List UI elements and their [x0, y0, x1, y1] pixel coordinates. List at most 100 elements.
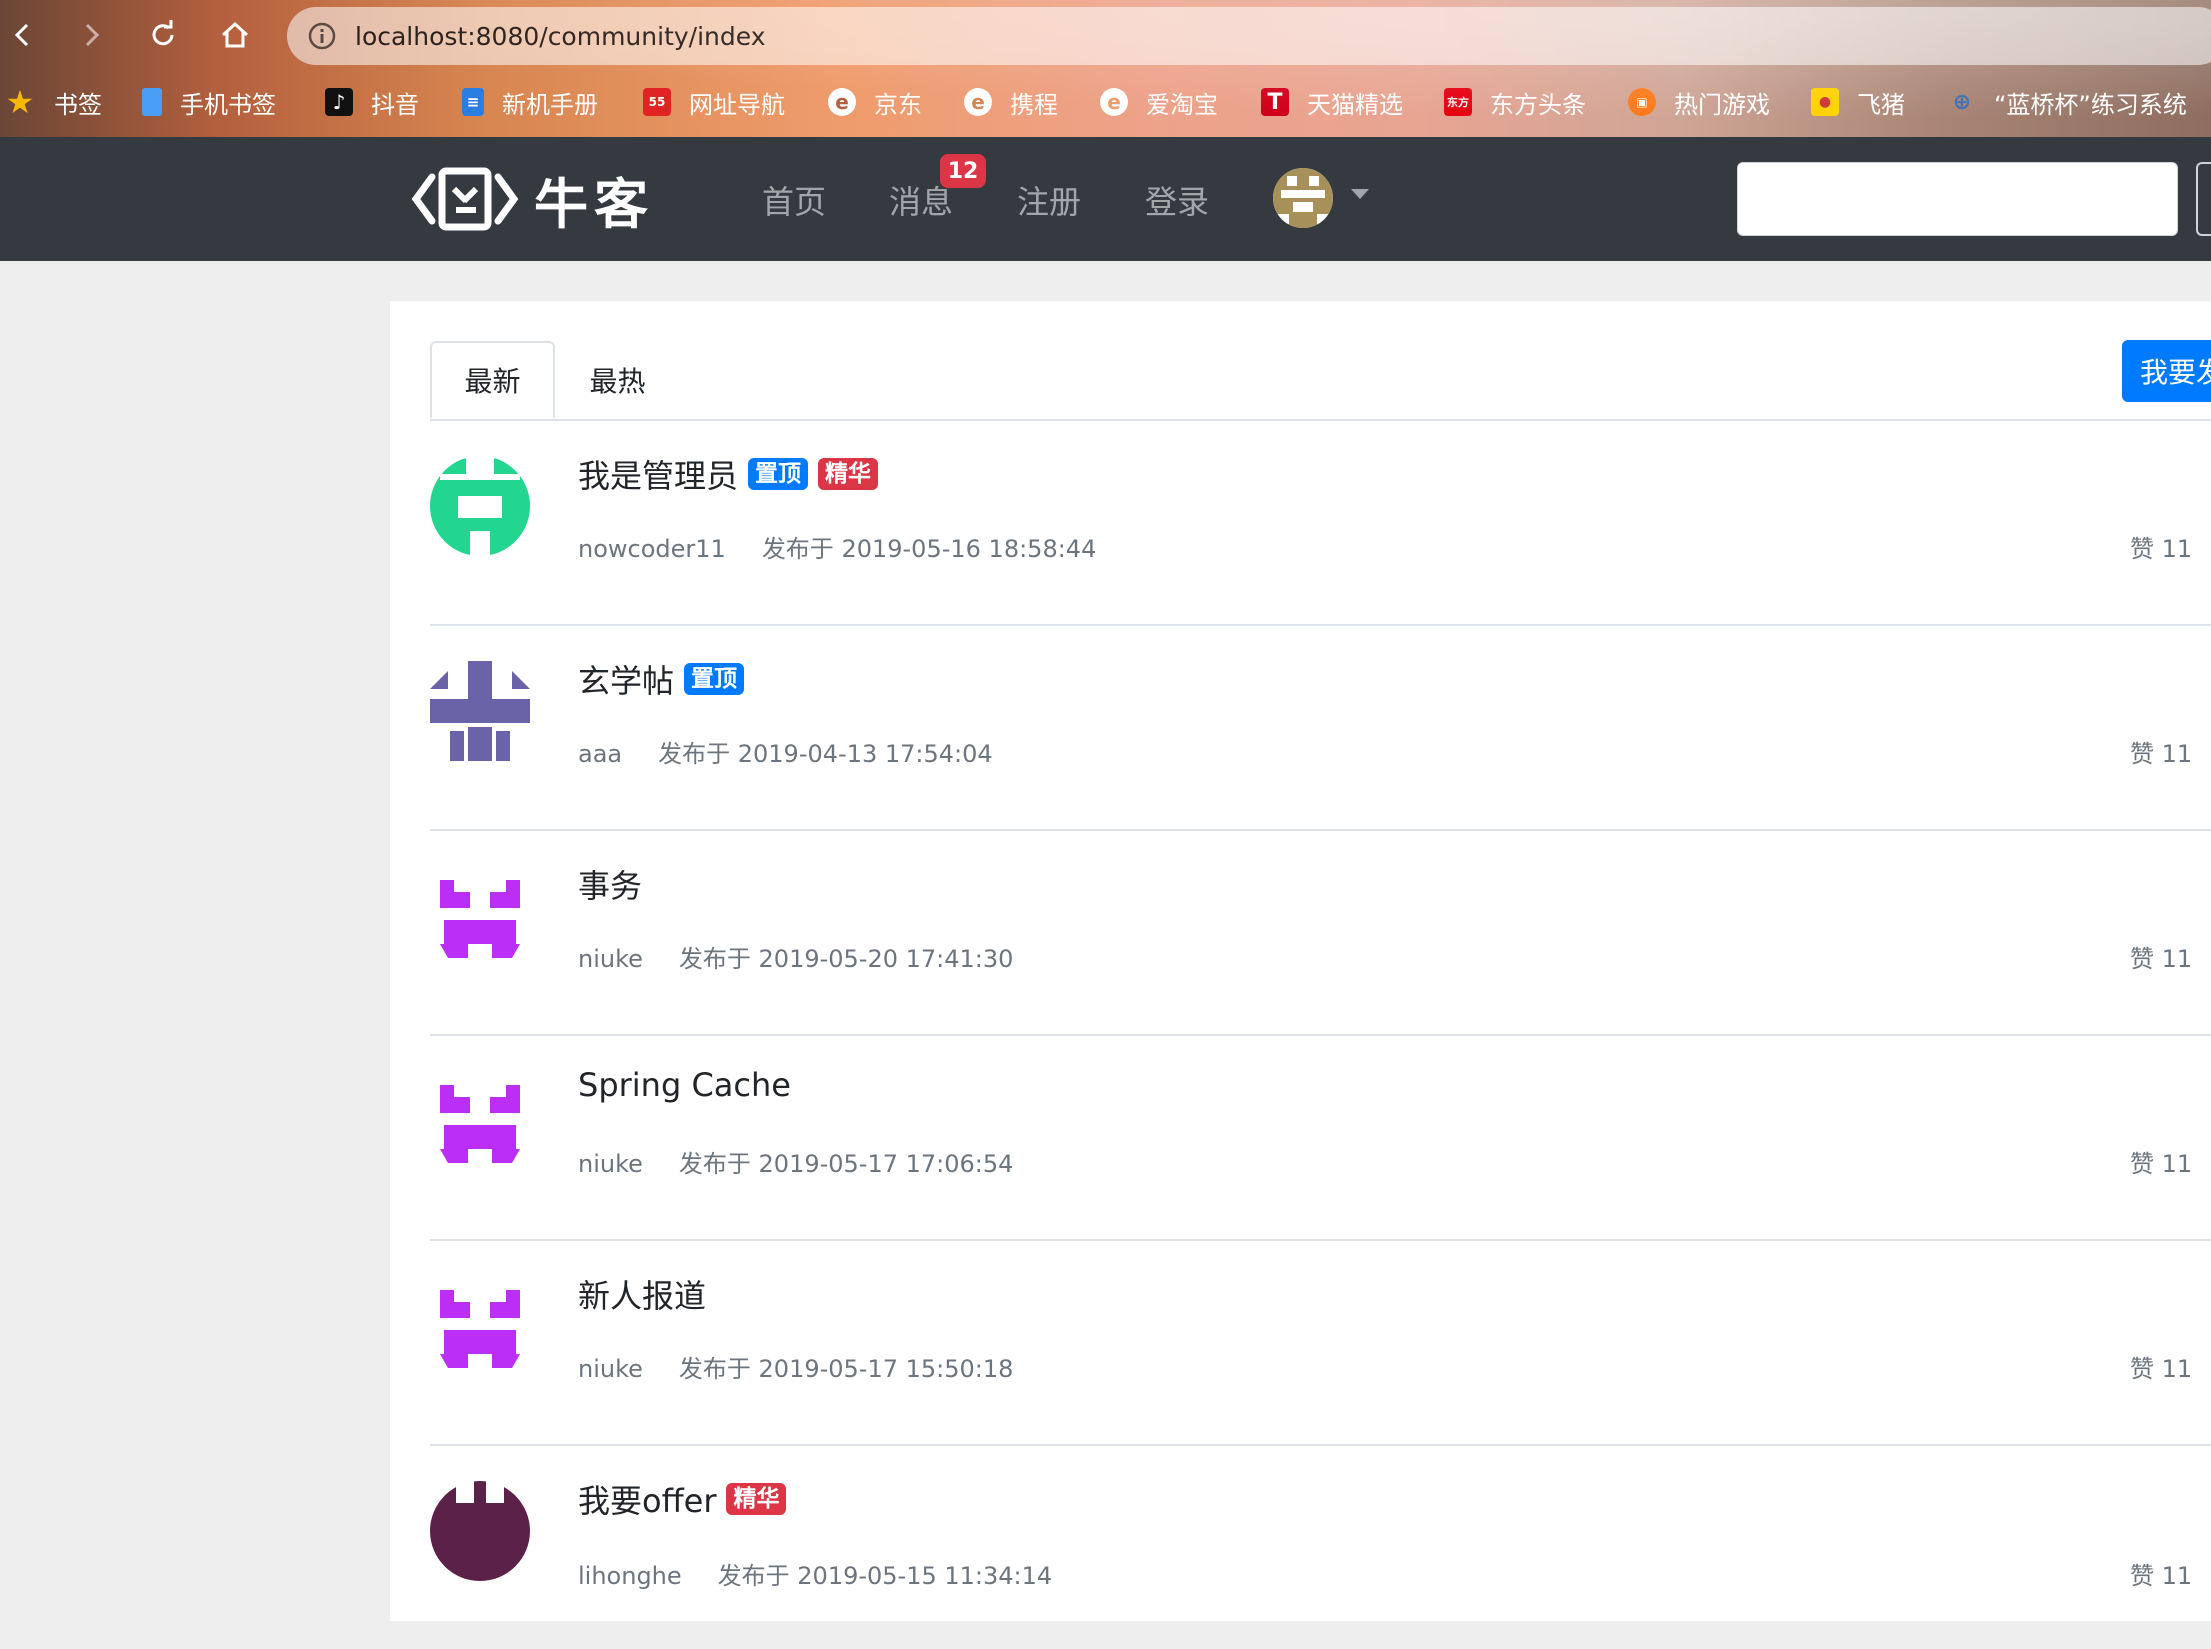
post-author[interactable]: nowcoder11 — [578, 535, 726, 563]
bookmark-item[interactable]: 手机书签 — [142, 78, 276, 126]
post-list-card: 最新 最热 我要发布 我是管理员 置顶 精华 nowcoder11 发布于 201… — [390, 301, 2211, 1621]
post-title-row: 事务 — [578, 861, 642, 907]
bookmark-item[interactable]: ▣ 热门游戏 — [1628, 78, 1770, 126]
like-count: 赞 11 — [2130, 1150, 2193, 1178]
home-icon — [221, 21, 249, 48]
forward-arrow-icon — [85, 23, 100, 47]
dongfang-icon: 东方 — [1444, 88, 1472, 116]
post-meta: niuke 发布于 2019-05-17 17:06:54 — [578, 1144, 1013, 1179]
post-item: 我是管理员 置顶 精华 nowcoder11 发布于 2019-05-16 18:… — [430, 419, 2211, 626]
info-icon[interactable] — [307, 21, 337, 51]
post-author[interactable]: niuke — [578, 945, 643, 973]
bookmark-item[interactable]: ♪ 抖音 — [325, 78, 419, 126]
post-title[interactable]: 事务 — [578, 861, 642, 907]
post-item: 新人报道 niuke 发布于 2019-05-17 15:50:18 赞 11| — [430, 1239, 2211, 1446]
author-avatar-icon[interactable] — [430, 456, 530, 556]
like-count: 赞 11 — [2130, 1355, 2193, 1383]
pinned-badge: 置顶 — [748, 458, 809, 490]
featured-badge: 精华 — [818, 458, 879, 490]
reload-button[interactable] — [140, 12, 186, 58]
edge-icon: e — [964, 88, 992, 116]
site-navbar: 牛客 首页 消息 12 注册 登录 — [0, 137, 2211, 261]
nav-register[interactable]: 注册 — [1017, 177, 1081, 223]
post-author[interactable]: niuke — [578, 1355, 643, 1383]
post-title[interactable]: 玄学帖 — [578, 656, 674, 702]
post-meta: niuke 发布于 2019-05-17 15:50:18 — [578, 1349, 1013, 1384]
search-input[interactable] — [1737, 162, 2178, 236]
post-title[interactable]: Spring Cache — [578, 1066, 791, 1104]
post-meta: lihonghe 发布于 2019-05-15 11:34:14 — [578, 1556, 1052, 1591]
bookmark-item[interactable]: ⊕ “蓝桥杯”练习系统 — [1948, 78, 2187, 126]
address-bar[interactable]: localhost:8080/community/index — [287, 7, 2211, 65]
bookmark-label: 热门游戏 — [1674, 90, 1770, 119]
like-count: 赞 11 — [2130, 740, 2193, 768]
site-logo[interactable]: 牛客 — [410, 163, 654, 236]
order-tabs: 最新 最热 — [430, 341, 2211, 421]
bookmark-label: “蓝桥杯”练习系统 — [1994, 90, 2187, 119]
brand-name: 牛客 — [534, 172, 654, 236]
user-avatar[interactable] — [1273, 168, 1333, 228]
forward-button[interactable] — [68, 12, 114, 58]
back-button[interactable] — [0, 12, 46, 58]
post-author[interactable]: lihonghe — [578, 1562, 682, 1590]
post-time: 发布于 2019-05-17 17:06:54 — [678, 1150, 1014, 1178]
bookmark-item[interactable]: ≡ 新机手册 — [462, 78, 598, 126]
bookmark-item[interactable]: e 爱淘宝 — [1100, 78, 1218, 126]
bookmark-item[interactable]: ● 飞猪 — [1811, 78, 1905, 126]
fliggy-icon: ● — [1811, 88, 1839, 116]
bookmark-item[interactable]: T 天猫精选 — [1261, 78, 1403, 126]
post-author[interactable]: niuke — [578, 1150, 643, 1178]
bookmark-label: 手机书签 — [180, 90, 276, 119]
post-meta: niuke 发布于 2019-05-20 17:41:30 — [578, 939, 1013, 974]
bookmark-item[interactable]: 55 网址导航 — [643, 78, 785, 126]
post-time: 发布于 2019-05-17 15:50:18 — [678, 1355, 1014, 1383]
bookmark-label: 京东 — [874, 90, 922, 119]
bookmark-item[interactable]: e 京东 — [828, 78, 922, 126]
post-title-row: 新人报道 — [578, 1271, 706, 1317]
post-time: 发布于 2019-05-15 11:34:14 — [717, 1562, 1053, 1590]
post-title[interactable]: 新人报道 — [578, 1271, 706, 1317]
featured-badge: 精华 — [726, 1483, 787, 1515]
lanqiao-icon: ⊕ — [1952, 89, 1972, 115]
game-icon: ▣ — [1628, 88, 1656, 116]
bookmark-label: 网址导航 — [689, 90, 785, 119]
dropdown-caret-icon[interactable] — [1351, 189, 1369, 199]
post-title-row: 我要offer 精华 — [578, 1476, 787, 1522]
post-stats: 赞 11| — [2130, 1349, 2211, 1384]
author-avatar-icon[interactable] — [430, 866, 530, 966]
nav-home[interactable]: 首页 — [762, 177, 826, 223]
like-count: 赞 11 — [2130, 1562, 2193, 1590]
post-item: Spring Cache niuke 发布于 2019-05-17 17:06:5… — [430, 1034, 2211, 1241]
bookmark-item[interactable]: 东方 东方头条 — [1444, 78, 1586, 126]
nav-login[interactable]: 登录 — [1145, 177, 1209, 223]
bookmark-item[interactable]: e 携程 — [964, 78, 1058, 126]
manual-icon: ≡ — [462, 88, 484, 116]
post-stats: 赞 11| — [2130, 939, 2211, 974]
tab-latest[interactable]: 最新 — [430, 341, 555, 419]
publish-post-button[interactable]: 我要发布 — [2122, 340, 2211, 402]
tab-hottest[interactable]: 最热 — [555, 341, 680, 419]
search-button[interactable] — [2196, 162, 2211, 236]
post-title-row: 我是管理员 置顶 精华 — [578, 451, 879, 497]
post-title[interactable]: 我是管理员 — [578, 451, 738, 497]
bookmark-label: 抖音 — [371, 90, 419, 119]
reload-icon — [152, 20, 174, 46]
like-count: 赞 11 — [2130, 945, 2193, 973]
url-text: localhost:8080/community/index — [355, 21, 766, 51]
phone-icon — [142, 88, 162, 116]
post-title[interactable]: 我要offer — [578, 1476, 716, 1522]
pinned-badge: 置顶 — [684, 663, 745, 695]
author-avatar-icon[interactable] — [430, 1481, 530, 1581]
post-meta: aaa 发布于 2019-04-13 17:54:04 — [578, 734, 993, 769]
bookmark-label: 东方头条 — [1490, 90, 1586, 119]
bookmarks-bar: ★ 书签 手机书签 ♪ 抖音 ≡ 新机手册 55 网址导航 e 京东 e 携程 … — [0, 78, 2211, 126]
home-button[interactable] — [212, 12, 258, 58]
author-avatar-icon[interactable] — [430, 661, 530, 761]
nav-icon: 55 — [643, 88, 671, 116]
post-author[interactable]: aaa — [578, 740, 622, 768]
author-avatar-icon[interactable] — [430, 1276, 530, 1376]
bookmark-label: 飞猪 — [1857, 90, 1905, 119]
bookmark-item[interactable]: ★ 书签 — [6, 78, 102, 126]
author-avatar-icon[interactable] — [430, 1071, 530, 1171]
post-item: 玄学帖 置顶 aaa 发布于 2019-04-13 17:54:04 赞 11| — [430, 624, 2211, 831]
